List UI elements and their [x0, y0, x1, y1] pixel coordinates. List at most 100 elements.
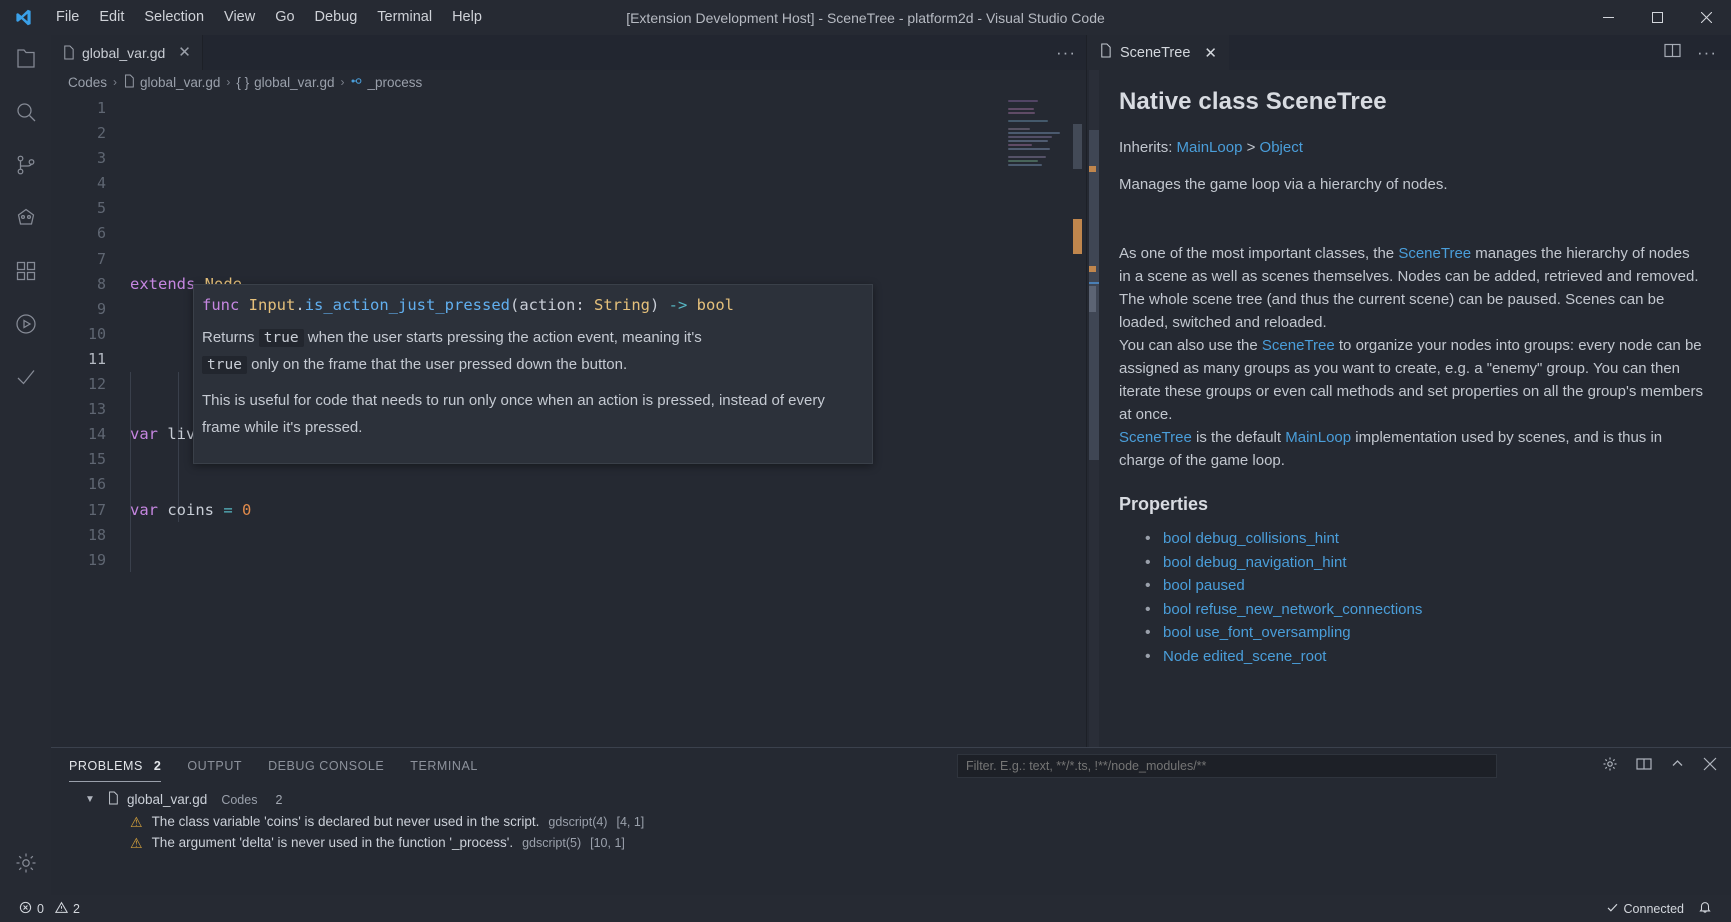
- code-line-6: [123, 648, 1086, 673]
- problems-file-group[interactable]: ▼ global_var.gd Codes 2: [51, 788, 1731, 811]
- menu-view[interactable]: View: [214, 0, 265, 35]
- line-number: 8: [51, 272, 106, 297]
- doc-scrollbar[interactable]: [1087, 70, 1101, 747]
- panel-tab-output[interactable]: OUTPUT: [187, 748, 242, 784]
- chevron-down-icon[interactable]: ▼: [85, 794, 99, 805]
- close-icon[interactable]: ✕: [178, 45, 191, 60]
- problem-position: [10, 1]: [590, 836, 625, 850]
- doc-link-mainloop[interactable]: MainLoop: [1177, 139, 1243, 156]
- doc-link-scenetree-1[interactable]: SceneTree: [1398, 245, 1471, 262]
- doc-link-object[interactable]: Object: [1260, 139, 1303, 156]
- menu-selection[interactable]: Selection: [134, 0, 214, 35]
- doc-property-item[interactable]: bool debug_navigation_hint: [1145, 551, 1705, 574]
- line-number: 12: [51, 372, 106, 397]
- warning-icon: ⚠: [130, 815, 143, 829]
- menu-help[interactable]: Help: [442, 0, 492, 35]
- breadcrumb-item-symbol-class[interactable]: { } global_var.gd: [236, 75, 334, 90]
- doc-property-item[interactable]: bool use_font_oversampling: [1145, 621, 1705, 644]
- status-bar-right: Connected: [1599, 895, 1719, 922]
- close-icon[interactable]: [1703, 757, 1717, 776]
- source-control-icon: [14, 153, 38, 182]
- menu-bar[interactable]: File Edit Selection View Go Debug Termin…: [46, 0, 492, 35]
- line-number: 14: [51, 422, 106, 447]
- activitybar-item-tasks[interactable]: [0, 353, 51, 406]
- main-column: global_var.gd ✕ ··· Codes ›: [51, 35, 1731, 895]
- doc-property-item[interactable]: bool refuse_new_network_connections: [1145, 598, 1705, 621]
- doc-property-item[interactable]: bool debug_collisions_hint: [1145, 527, 1705, 550]
- breadcrumb-separator-icon: ›: [113, 75, 117, 89]
- activitybar-item-source-control[interactable]: [0, 141, 51, 194]
- activitybar-item-search[interactable]: [0, 88, 51, 141]
- menu-file[interactable]: File: [46, 0, 89, 35]
- menu-terminal[interactable]: Terminal: [367, 0, 442, 35]
- code-editor[interactable]: 1 2 3 4 5 6 7 8 9 10 11: [51, 94, 1086, 747]
- doc-property-item[interactable]: Node edited_scene_root: [1145, 645, 1705, 668]
- maximize-button[interactable]: [1633, 0, 1682, 35]
- doc-link-scenetree-2[interactable]: SceneTree: [1262, 337, 1335, 354]
- file-icon: [123, 74, 135, 91]
- status-notifications[interactable]: [1691, 895, 1719, 922]
- token-keyword: extends: [130, 275, 195, 293]
- close-icon[interactable]: ✕: [1204, 44, 1217, 62]
- problems-filter-input[interactable]: [966, 759, 1488, 773]
- doc-more-actions-button[interactable]: ···: [1697, 44, 1717, 61]
- doc-link-mainloop-2[interactable]: MainLoop: [1285, 429, 1351, 446]
- split-panel-icon[interactable]: [1636, 756, 1652, 777]
- activitybar-item-debug[interactable]: [0, 300, 51, 353]
- panel-tab-problems[interactable]: PROBLEMS 2: [69, 748, 161, 784]
- token-identifier: coins: [167, 501, 214, 519]
- hover-text: when the user starts pressing the action…: [304, 329, 702, 346]
- vscode-logo-icon: [0, 0, 46, 35]
- activitybar-item-settings[interactable]: [0, 835, 51, 895]
- doc-property-item[interactable]: bool paused: [1145, 574, 1705, 597]
- token-keyword: func: [202, 296, 239, 314]
- line-number: 9: [51, 297, 106, 322]
- doc-inherits-separator: >: [1242, 139, 1259, 156]
- token-paren-close: ): [650, 296, 659, 314]
- doc-link-scenetree-3[interactable]: SceneTree: [1119, 429, 1192, 446]
- editor-minimap[interactable]: [1008, 100, 1070, 220]
- breadcrumb-item-symbol-method[interactable]: _process: [350, 74, 422, 91]
- problem-message: The class variable 'coins' is declared b…: [152, 814, 540, 829]
- breadcrumb-item-file[interactable]: global_var.gd: [123, 74, 220, 91]
- editor-tab-global-var[interactable]: global_var.gd ✕: [51, 35, 203, 70]
- menu-go[interactable]: Go: [265, 0, 304, 35]
- split-editor-icon[interactable]: [1664, 42, 1681, 64]
- menu-edit[interactable]: Edit: [89, 0, 134, 35]
- line-number: 3: [51, 146, 106, 171]
- status-connected[interactable]: Connected: [1599, 895, 1691, 922]
- extensions-icon: [14, 259, 38, 288]
- chevron-up-icon[interactable]: [1670, 756, 1685, 776]
- vscode-window: File Edit Selection View Go Debug Termin…: [0, 0, 1731, 922]
- indent-guide: [130, 372, 131, 572]
- code-line-7: [123, 723, 1086, 747]
- panel-tab-debug-console[interactable]: DEBUG CONSOLE: [268, 748, 384, 784]
- search-icon: [14, 100, 38, 129]
- activitybar-item-explorer[interactable]: [0, 35, 51, 88]
- menu-debug[interactable]: Debug: [305, 0, 368, 35]
- editor-more-actions-button[interactable]: ···: [1056, 44, 1076, 61]
- problems-list: ▼ global_var.gd Codes 2 ⚠ The class vari…: [51, 784, 1731, 895]
- editor-tab-label: global_var.gd: [82, 45, 165, 61]
- panel-tab-terminal[interactable]: TERMINAL: [410, 748, 478, 784]
- breadcrumb-label: global_var.gd: [140, 75, 220, 90]
- doc-inherits-label: Inherits:: [1119, 139, 1177, 156]
- problem-item[interactable]: ⚠ The class variable 'coins' is declared…: [51, 811, 1731, 832]
- problem-item[interactable]: ⚠ The argument 'delta' is never used in …: [51, 832, 1731, 853]
- problems-filter[interactable]: [957, 754, 1497, 778]
- activitybar-item-extensions[interactable]: [0, 247, 51, 300]
- breadcrumb-label: _process: [367, 75, 422, 90]
- status-problems[interactable]: 0 2: [12, 895, 87, 922]
- close-button[interactable]: [1682, 0, 1731, 35]
- breadcrumb-item-folder[interactable]: Codes: [68, 75, 107, 90]
- status-connected-label: Connected: [1624, 902, 1684, 916]
- filter-settings-icon[interactable]: [1602, 756, 1618, 777]
- editor-scrollbar[interactable]: [1072, 94, 1084, 747]
- warning-icon: ⚠: [130, 836, 143, 850]
- doc-tab-scenetree[interactable]: SceneTree ✕: [1087, 35, 1229, 70]
- problem-message: The argument 'delta' is never used in th…: [152, 835, 514, 850]
- activitybar-item-godot-tools[interactable]: [0, 194, 51, 247]
- bottom-panel: PROBLEMS 2 OUTPUT DEBUG CONSOLE TERMINAL: [51, 747, 1731, 895]
- minimize-button[interactable]: [1584, 0, 1633, 35]
- token-paren-open: (: [510, 296, 519, 314]
